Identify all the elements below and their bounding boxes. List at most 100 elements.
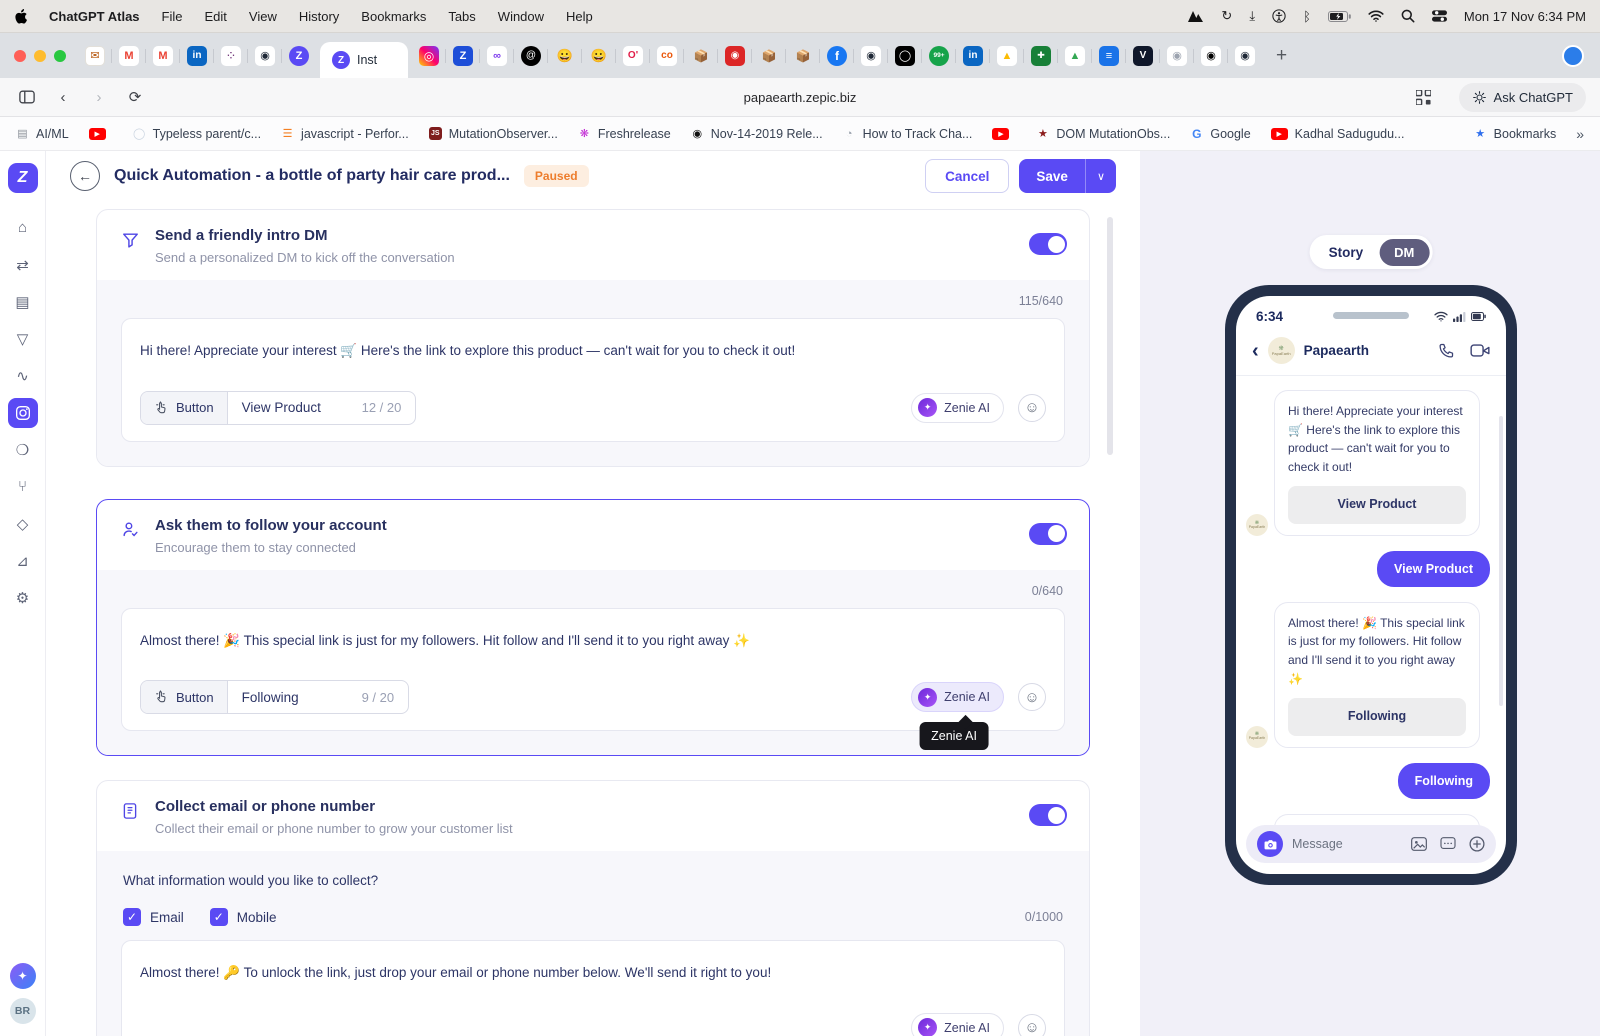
message-text[interactable]: Almost there! 🎉 This special link is jus… <box>140 631 1046 651</box>
tab-dm[interactable]: DM <box>1379 238 1430 266</box>
tab-favicon-fingerprint[interactable]: ◉ <box>1227 45 1255 66</box>
tab-favicon-zepic[interactable]: Z <box>281 45 309 66</box>
active-tab[interactable]: Z Inst <box>320 42 408 78</box>
profile-avatar[interactable] <box>1562 44 1584 67</box>
menu-file[interactable]: File <box>162 9 183 24</box>
menu-window[interactable]: Window <box>498 9 544 24</box>
zenie-ai-button[interactable]: ✦ Zenie AI <box>911 1012 1004 1036</box>
step-toggle[interactable] <box>1029 804 1067 827</box>
message-editor[interactable]: Almost there! 🎉 This special link is jus… <box>121 607 1065 751</box>
message-input[interactable]: Message <box>1292 837 1343 851</box>
sidebar-item-contacts[interactable]: ▤ <box>8 287 38 317</box>
button-type-selector[interactable]: Button <box>141 391 228 424</box>
sidebar-item-automations[interactable]: ⑂ <box>8 472 38 502</box>
button-text-input[interactable]: View Product <box>228 400 358 415</box>
comment-icon[interactable] <box>1440 837 1456 851</box>
tab-favicon-emoji[interactable]: 😀 <box>581 46 609 66</box>
menu-view[interactable]: View <box>249 9 277 24</box>
emoji-picker-button[interactable]: ☺ <box>1018 1013 1046 1036</box>
control-center-icon[interactable] <box>1431 10 1447 22</box>
back-chevron-icon[interactable]: ‹ <box>1252 341 1259 361</box>
tab-favicon-facebook[interactable]: f <box>819 45 847 66</box>
bookmark-stackoverflow[interactable]: ☰ javascript - Perfor... <box>281 127 409 141</box>
bookmark-youtube[interactable]: ▶ <box>88 127 113 140</box>
zenie-ai-button[interactable]: ✦ Zenie AI <box>911 392 1004 423</box>
bubble-cta-button[interactable]: View Product <box>1288 486 1466 524</box>
tab-favicon-package[interactable]: 📦 <box>683 46 711 66</box>
step-card-follow[interactable]: Ask them to follow your account Encourag… <box>96 498 1090 757</box>
back-icon[interactable]: ‹ <box>50 84 76 110</box>
bookmark-bookmarks[interactable]: ★ Bookmarks <box>1474 127 1556 141</box>
sidebar-item-instagram[interactable] <box>7 397 38 428</box>
tab-favicon-v-app[interactable]: V <box>1125 45 1153 66</box>
battery-icon[interactable] <box>1327 10 1351 22</box>
bookmark-github-release[interactable]: ◉ Nov-14-2019 Rele... <box>691 127 822 141</box>
zenie-ai-button[interactable]: ✦ Zenie AI <box>911 682 1004 713</box>
phone-scrollbar[interactable] <box>1499 416 1503 706</box>
tab-favicon-linkedin[interactable]: in <box>955 45 983 66</box>
emoji-picker-button[interactable]: ☺ <box>1018 683 1046 712</box>
sidebar-item-broadcasts[interactable]: ∿ <box>8 361 38 391</box>
apple-logo-icon[interactable] <box>14 8 27 24</box>
message-editor[interactable]: Almost there! 🔑 To unlock the link, just… <box>121 940 1065 1036</box>
zoom-window-button[interactable] <box>54 49 66 62</box>
zepic-logo[interactable]: Z <box>7 163 38 193</box>
bookmark-google[interactable]: G Google <box>1190 127 1250 141</box>
tab-favicon-threads[interactable]: @ <box>513 45 541 66</box>
tab-favicon-instagram[interactable]: ◎ <box>419 45 439 66</box>
tab-favicon-badge-99[interactable]: 99+ <box>921 45 949 66</box>
message-editor[interactable]: Hi there! Appreciate your interest 🛒 Her… <box>121 318 1065 442</box>
wifi-icon[interactable] <box>1368 10 1384 22</box>
tab-favicon-docs[interactable]: ≡ <box>1091 45 1119 66</box>
user-avatar[interactable]: BR <box>9 998 36 1024</box>
checkbox-checked-icon[interactable]: ✓ <box>209 908 228 927</box>
step-card-collect-contact[interactable]: Collect email or phone number Collect th… <box>96 780 1090 1036</box>
plus-circle-icon[interactable] <box>1469 836 1485 852</box>
camera-icon[interactable] <box>1257 831 1283 857</box>
logo-icon[interactable] <box>1187 10 1204 22</box>
tab-favicon-infinity[interactable]: ∞ <box>479 45 507 66</box>
tab-favicon-odoo[interactable]: O' <box>615 45 643 66</box>
forward-icon[interactable]: › <box>86 84 112 110</box>
sidebar-item-home[interactable]: ⌂ <box>8 213 38 243</box>
sidebar-item-chats[interactable]: ❍ <box>8 435 38 465</box>
step-toggle[interactable] <box>1029 233 1067 255</box>
menu-bookmarks[interactable]: Bookmarks <box>361 9 426 24</box>
tab-favicon-mail[interactable]: ✉ <box>85 45 105 66</box>
step-card-intro-dm[interactable]: Send a friendly intro DM Send a personal… <box>96 209 1090 467</box>
bookmark-mutationobserver[interactable]: JS MutationObserver... <box>428 127 558 141</box>
accessibility-icon[interactable] <box>1272 9 1286 23</box>
tab-favicon-slack[interactable]: ⁘ <box>213 45 241 66</box>
ask-chatgpt-button[interactable]: Ask ChatGPT <box>1458 82 1586 112</box>
emoji-picker-button[interactable]: ☺ <box>1018 393 1046 422</box>
sidebar-item-products[interactable]: ◇ <box>8 509 38 539</box>
video-call-icon[interactable] <box>1470 343 1490 358</box>
ai-assistant-button[interactable]: ✦ <box>9 963 36 989</box>
reload-icon[interactable]: ⟳ <box>122 84 148 110</box>
address-url[interactable]: papaearth.zepic.biz <box>0 90 1600 105</box>
tab-favicon-drive[interactable]: ▲ <box>989 45 1017 66</box>
checkbox-email[interactable]: ✓ Email <box>123 908 184 927</box>
sidebar-item-analytics[interactable]: ⊿ <box>8 546 38 576</box>
bookmark-folder-aiml[interactable]: ▤ AI/ML <box>16 127 68 141</box>
tab-favicon-blue-z[interactable]: Z <box>445 45 473 66</box>
minimize-window-button[interactable] <box>34 49 46 62</box>
tab-favicon-package[interactable]: 📦 <box>751 46 779 66</box>
new-tab-button[interactable]: + <box>1276 45 1287 67</box>
message-text[interactable]: Hi there! Appreciate your interest 🛒 Her… <box>140 341 1046 361</box>
close-window-button[interactable] <box>14 49 26 62</box>
call-icon[interactable] <box>1438 342 1455 359</box>
menu-tabs[interactable]: Tabs <box>448 9 475 24</box>
menubar-app-name[interactable]: ChatGPT Atlas <box>49 9 140 24</box>
bookmark-typeless[interactable]: ◯ Typeless parent/c... <box>133 127 261 141</box>
dm-composer[interactable]: Message <box>1246 825 1496 863</box>
checkbox-checked-icon[interactable]: ✓ <box>123 908 141 927</box>
tab-favicon-linkedin[interactable]: in <box>179 45 207 66</box>
button-type-selector[interactable]: Button <box>141 681 228 714</box>
save-dropdown-caret[interactable]: ∨ <box>1086 170 1116 183</box>
tab-favicon-gray[interactable]: ◉ <box>1159 45 1187 66</box>
bluetooth-icon[interactable]: ᛒ <box>1303 9 1311 24</box>
menu-history[interactable]: History <box>299 9 339 24</box>
message-text[interactable]: Almost there! 🔑 To unlock the link, just… <box>140 963 1046 983</box>
sidebar-item-settings[interactable]: ⚙ <box>8 583 38 613</box>
